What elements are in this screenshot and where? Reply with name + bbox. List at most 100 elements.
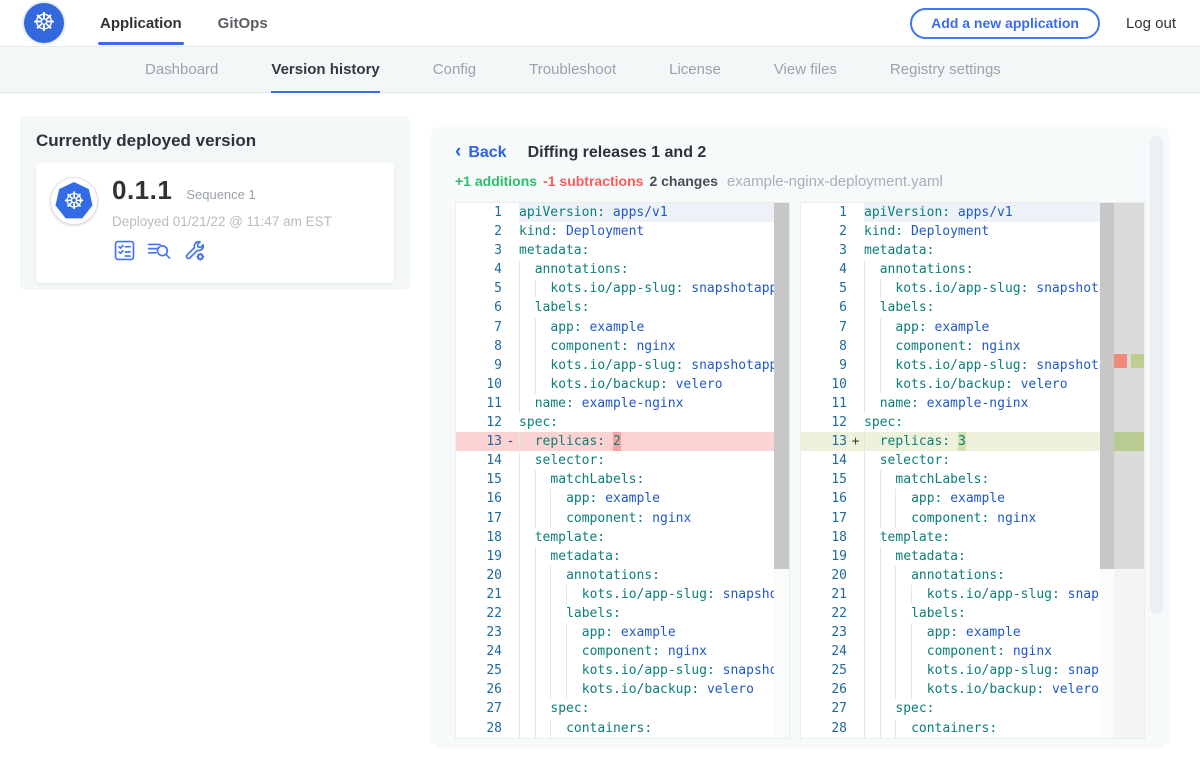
code-line: 26kots.io/backup: velero	[456, 680, 789, 699]
diff-marker	[502, 470, 519, 489]
indent-guide	[519, 604, 535, 623]
indent-guide	[911, 661, 927, 680]
yaml-value: apps/v1	[950, 203, 1013, 222]
code-line: 8component: nginx	[801, 337, 1144, 356]
subnav-item-config[interactable]: Config	[433, 47, 476, 92]
yaml-key: template:	[880, 528, 950, 547]
indent-guide	[519, 489, 535, 508]
code-line: 10kots.io/backup: velero	[801, 375, 1144, 394]
line-number: 19	[801, 547, 847, 566]
deployed-timestamp: Deployed 01/21/22 @ 11:47 am EST	[112, 214, 332, 229]
indent-guide	[895, 623, 911, 642]
diff-marker	[502, 566, 519, 585]
diff-marker	[502, 719, 519, 738]
code-line: 10kots.io/backup: velero	[456, 375, 789, 394]
subnav-item-version-history[interactable]: Version history	[271, 47, 379, 92]
old-pane-scrollbar[interactable]	[774, 203, 789, 739]
subnav-item-registry-settings[interactable]: Registry settings	[890, 47, 1001, 92]
add-application-button[interactable]: Add a new application	[910, 8, 1100, 39]
diff-marker	[847, 623, 864, 642]
indent-guide	[519, 642, 535, 661]
topnav-tab-application[interactable]: Application	[98, 0, 184, 46]
indent-guide	[864, 661, 880, 680]
code-text: kots.io/backup: velero	[519, 680, 789, 699]
line-number: 25	[456, 661, 502, 680]
code-line: 7app: example	[801, 318, 1144, 337]
yaml-key: spec:	[895, 699, 934, 718]
yaml-key: app:	[550, 318, 581, 337]
yaml-key: app:	[895, 318, 926, 337]
code-text: replicas: 2	[519, 432, 789, 451]
indent-guide	[864, 298, 880, 317]
indent-guide	[864, 699, 880, 718]
card-scrollbar[interactable]	[1150, 136, 1163, 614]
code-line: 26kots.io/backup: velero	[801, 680, 1144, 699]
config-wrench-icon[interactable]	[182, 238, 207, 263]
code-text: kots.io/app-slug: snapshotap	[519, 661, 789, 680]
yaml-key: apiVersion:	[864, 203, 950, 222]
code-text: annotations:	[519, 566, 789, 585]
yaml-value: example	[958, 623, 1021, 642]
code-lines-new: 1apiVersion: apps/v12kind: Deployment3me…	[801, 203, 1144, 738]
yaml-key: component:	[927, 642, 1005, 661]
indent-guide	[550, 585, 566, 604]
line-number: 27	[456, 699, 502, 718]
indent-guide	[519, 279, 535, 298]
yaml-value: Deployment	[558, 222, 644, 241]
yaml-key: labels:	[911, 604, 966, 623]
code-line: 5kots.io/app-slug: snapshotapp-mu	[801, 279, 1144, 298]
back-link[interactable]: ‹ Back	[455, 143, 507, 162]
release-notes-icon[interactable]	[112, 238, 137, 263]
line-number: 27	[801, 699, 847, 718]
yaml-key: apiVersion:	[519, 203, 605, 222]
indent-guide	[880, 604, 896, 623]
code-line: 15matchLabels:	[801, 470, 1144, 489]
code-text: spec:	[519, 699, 789, 718]
diff-marker	[847, 356, 864, 375]
main-content: Currently deployed version ☸ 0.1.1 Seque…	[0, 93, 1200, 767]
deployed-version-box: ☸ 0.1.1 Sequence 1 Deployed 01/21/22 @ 1…	[36, 163, 394, 283]
subnav-item-view-files[interactable]: View files	[774, 47, 837, 92]
subnav-item-license[interactable]: License	[669, 47, 721, 92]
yaml-key: annotations:	[535, 260, 629, 279]
code-text: matchLabels:	[519, 470, 789, 489]
indent-guide	[880, 547, 896, 566]
new-pane-scrollbar[interactable]	[1100, 203, 1114, 739]
indent-guide	[864, 489, 880, 508]
indent-guide	[535, 604, 551, 623]
view-logs-icon[interactable]	[146, 238, 173, 263]
indent-guide	[519, 699, 535, 718]
topnav-tab-gitops[interactable]: GitOps	[216, 0, 270, 46]
logout-button[interactable]: Log out	[1126, 15, 1176, 32]
indent-guide	[864, 547, 880, 566]
indent-guide	[519, 661, 535, 680]
indent-guide	[550, 489, 566, 508]
yaml-key: kots.io/app-slug:	[582, 585, 715, 604]
diff-marker	[502, 241, 519, 260]
line-number: 7	[801, 318, 847, 337]
line-number: 6	[801, 298, 847, 317]
yaml-key: kots.io/backup:	[582, 680, 699, 699]
subnav-item-dashboard[interactable]: Dashboard	[145, 47, 218, 92]
indent-guide	[519, 719, 535, 738]
code-text: kots.io/backup: velero	[519, 375, 789, 394]
line-number: 4	[801, 260, 847, 279]
line-number: 16	[456, 489, 502, 508]
diff-marker	[847, 203, 864, 222]
indent-guide	[519, 260, 535, 279]
code-line: 2kind: Deployment	[456, 222, 789, 241]
line-number: 18	[801, 528, 847, 547]
indent-guide	[535, 547, 551, 566]
indent-guide	[519, 566, 535, 585]
indent-guide	[535, 279, 551, 298]
line-number: 11	[801, 394, 847, 413]
yaml-key: labels:	[566, 604, 621, 623]
yaml-value: velero	[699, 680, 754, 699]
subnav-item-troubleshoot[interactable]: Troubleshoot	[529, 47, 616, 92]
code-line: 21kots.io/app-slug: snapshotap	[801, 585, 1144, 604]
indent-guide	[535, 699, 551, 718]
back-label: Back	[468, 144, 506, 162]
line-number: 4	[456, 260, 502, 279]
indent-guide	[864, 337, 880, 356]
yaml-key: component:	[550, 337, 628, 356]
